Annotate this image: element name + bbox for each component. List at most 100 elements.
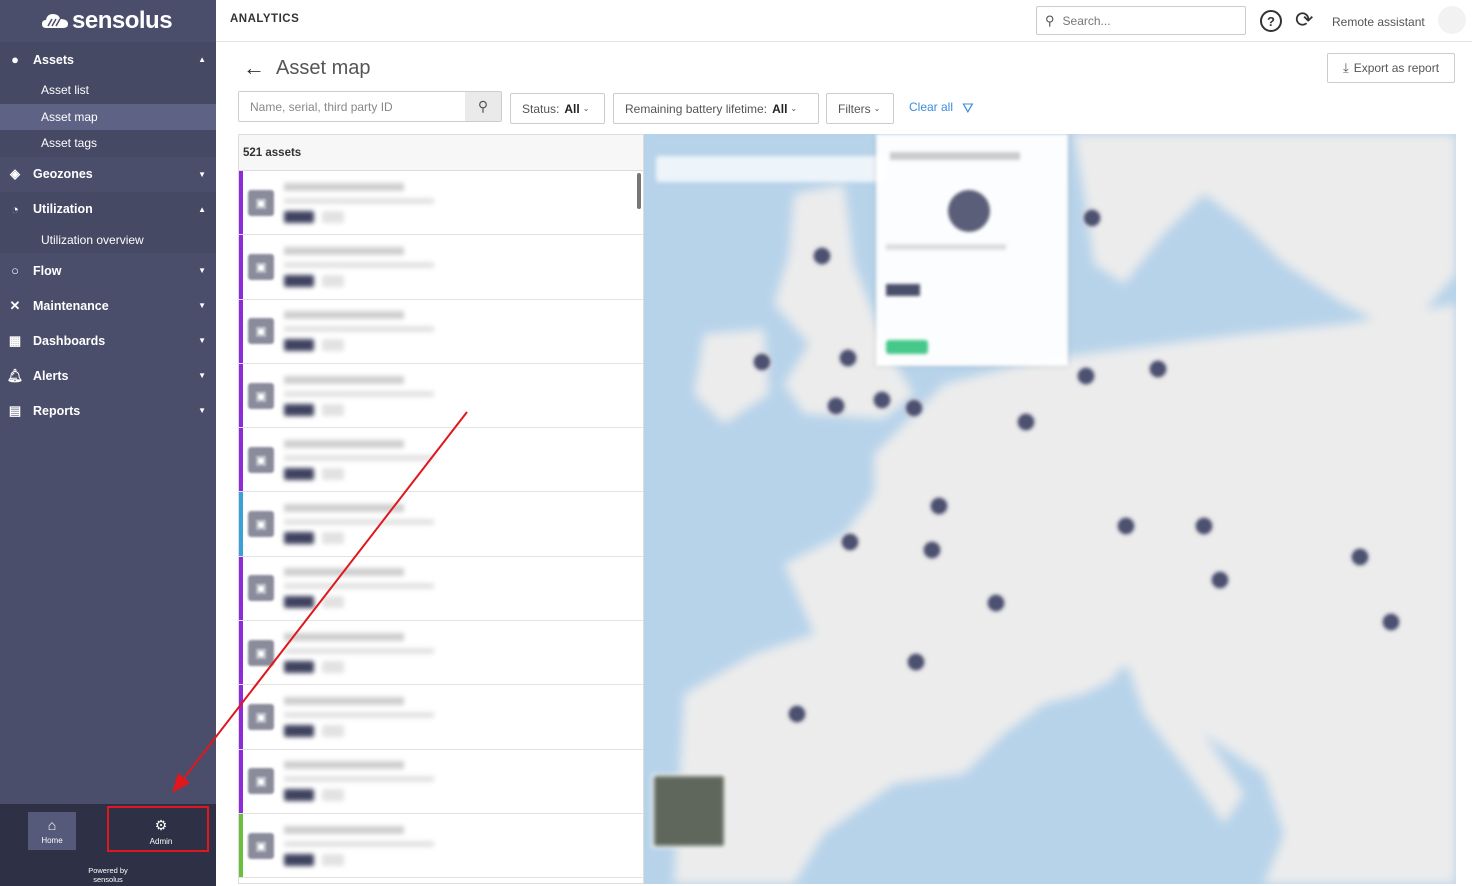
map-asset-pin[interactable] — [929, 496, 949, 516]
asset-type-icon: ▣ — [248, 318, 274, 345]
sidebar-item-maintenance[interactable]: ✕ Maintenance ▼ — [0, 288, 216, 323]
chevron-down-icon: ⌄ — [790, 104, 798, 113]
list-scrollbar[interactable] — [637, 173, 641, 209]
export-report-button[interactable]: ⤓ Export as report — [1327, 53, 1455, 83]
map-asset-pin[interactable] — [1194, 516, 1214, 536]
user-avatar-icon[interactable] — [1438, 6, 1466, 34]
map-location-search[interactable] — [656, 156, 886, 182]
sidebar-item-dashboards[interactable]: ▦ Dashboards ▼ — [0, 323, 216, 358]
map-asset-pin[interactable] — [1016, 412, 1036, 432]
satellite-toggle[interactable] — [652, 774, 726, 848]
asset-chips — [284, 532, 434, 545]
asset-search-input[interactable] — [239, 92, 465, 121]
asset-subtitle-placeholder — [284, 583, 434, 590]
asset-list: ▣ ▣ ▣ ▣ ▣ ▣ ▣ ▣ ▣ ▣ ▣ — [239, 171, 643, 879]
asset-list-row[interactable]: ▣ — [239, 749, 643, 814]
clear-all-link[interactable]: Clear all — [909, 100, 953, 114]
help-icon[interactable]: ? — [1260, 10, 1282, 32]
asset-map[interactable] — [644, 134, 1456, 884]
map-asset-pin[interactable] — [1350, 547, 1370, 567]
nav-group-utilization: ◔ Utilization ▲ Utilization overview — [0, 191, 216, 254]
asset-list-row[interactable]: ▣ — [239, 363, 643, 429]
asset-list-row[interactable]: ▣ — [239, 235, 643, 300]
status-filter-value: All — [564, 101, 580, 116]
sidebar-footer: ⌂ Home ⚙ Admin Powered by sensolus — [0, 804, 216, 886]
battery-filter[interactable]: Remaining battery lifetime: All ⌄ — [613, 93, 819, 124]
asset-list-row[interactable]: ▣ — [239, 813, 643, 879]
map-asset-pin[interactable] — [1210, 570, 1230, 590]
asset-chip — [284, 274, 314, 287]
map-asset-pin[interactable] — [986, 593, 1006, 613]
admin-button[interactable]: ⚙ Admin — [137, 812, 185, 850]
filter-settings-icon[interactable]: ⛛ — [962, 100, 974, 117]
status-filter[interactable]: Status: All ⌄ — [510, 93, 605, 124]
asset-name-placeholder — [284, 504, 404, 513]
asset-name-placeholder — [284, 439, 404, 448]
asset-type-icon: ▣ — [248, 511, 274, 538]
search-icon: ⚲ — [477, 98, 489, 114]
map-asset-pin[interactable] — [1116, 516, 1136, 536]
asset-chip — [284, 210, 314, 223]
battery-filter-value: All — [772, 101, 788, 116]
asset-chip — [322, 403, 344, 416]
brand-name: sensolus — [72, 7, 173, 34]
map-asset-pin[interactable] — [826, 396, 846, 416]
map-asset-pin[interactable] — [1082, 208, 1102, 228]
asset-status-bar — [239, 749, 243, 813]
sidebar-subitem-utilization-overview[interactable]: Utilization overview — [0, 227, 216, 254]
asset-chip — [322, 725, 344, 738]
refresh-icon[interactable]: ⟳ — [1295, 8, 1313, 32]
back-arrow-icon[interactable]: ← — [243, 55, 265, 81]
asset-type-icon: ▣ — [248, 639, 274, 666]
map-asset-pin[interactable] — [1381, 612, 1401, 632]
asset-subtitle-placeholder — [284, 647, 434, 654]
utilization-icon: ◔ — [11, 201, 19, 217]
map-asset-pin[interactable] — [838, 348, 858, 368]
sidebar-item-reports[interactable]: ▤ Reports ▼ — [0, 393, 216, 428]
sidebar-item-utilization[interactable]: ◔ Utilization ▲ — [0, 192, 216, 227]
asset-status-bar — [239, 428, 243, 492]
asset-chip — [322, 467, 344, 480]
asset-status-bar — [239, 813, 243, 878]
sidebar-item-assets[interactable]: ● Assets ▲ — [0, 42, 216, 77]
map-asset-pin[interactable] — [906, 652, 926, 672]
asset-list-row[interactable]: ▣ — [239, 685, 643, 750]
map-asset-pin[interactable] — [1148, 359, 1168, 379]
map-asset-pin[interactable] — [812, 246, 832, 266]
map-asset-pin[interactable] — [904, 398, 924, 418]
home-button[interactable]: ⌂ Home — [28, 812, 76, 850]
remote-assistant-link[interactable]: Remote assistant — [1332, 15, 1425, 29]
map-asset-popup[interactable] — [876, 134, 1068, 366]
asset-list-row[interactable]: ▣ — [239, 428, 643, 493]
asset-list-row[interactable]: ▣ — [239, 621, 643, 686]
map-asset-pin[interactable] — [752, 352, 772, 372]
sidebar-nav: ● Assets ▲ Asset list Asset map Asset ta… — [0, 42, 216, 428]
map-asset-pin[interactable] — [1076, 366, 1096, 386]
global-search[interactable]: ⚲ Search... — [1036, 6, 1246, 35]
chevron-down-icon: ▼ — [198, 301, 206, 310]
asset-list-row[interactable]: ▣ — [239, 299, 643, 364]
asset-list-row[interactable]: ▣ — [239, 492, 643, 557]
map-asset-pin[interactable] — [787, 704, 807, 724]
asset-list-row[interactable]: ▣ — [239, 556, 643, 622]
brand-logo[interactable]: sensolus — [0, 0, 216, 42]
assets-icon: ● — [11, 52, 19, 67]
more-filters-button[interactable]: Filters ⌄ — [826, 93, 894, 124]
sidebar-item-alerts[interactable]: 🔔︎ Alerts ▼ — [0, 358, 216, 393]
map-asset-pin[interactable] — [922, 540, 942, 560]
asset-subtitle-placeholder — [284, 454, 434, 461]
sidebar-item-flow[interactable]: ○ Flow ▼ — [0, 253, 216, 288]
sidebar-subitem-asset-list[interactable]: Asset list — [0, 77, 216, 104]
chevron-down-icon: ⌄ — [873, 104, 881, 113]
sidebar-subitem-asset-tags[interactable]: Asset tags — [0, 130, 216, 157]
map-asset-pin[interactable] — [840, 532, 860, 552]
asset-search-button[interactable]: ⚲ — [465, 92, 501, 121]
sidebar-subitem-asset-map[interactable]: Asset map — [0, 103, 216, 130]
sidebar-item-geozones[interactable]: ◈ Geozones ▼ — [0, 157, 216, 192]
asset-list-row[interactable]: ▣ — [239, 171, 643, 236]
asset-row-details — [284, 568, 434, 609]
map-asset-pin[interactable] — [872, 390, 892, 410]
asset-status-bar — [239, 299, 243, 363]
asset-chip — [284, 339, 314, 352]
sidebar: sensolus ● Assets ▲ Asset list Asset map… — [0, 0, 216, 886]
